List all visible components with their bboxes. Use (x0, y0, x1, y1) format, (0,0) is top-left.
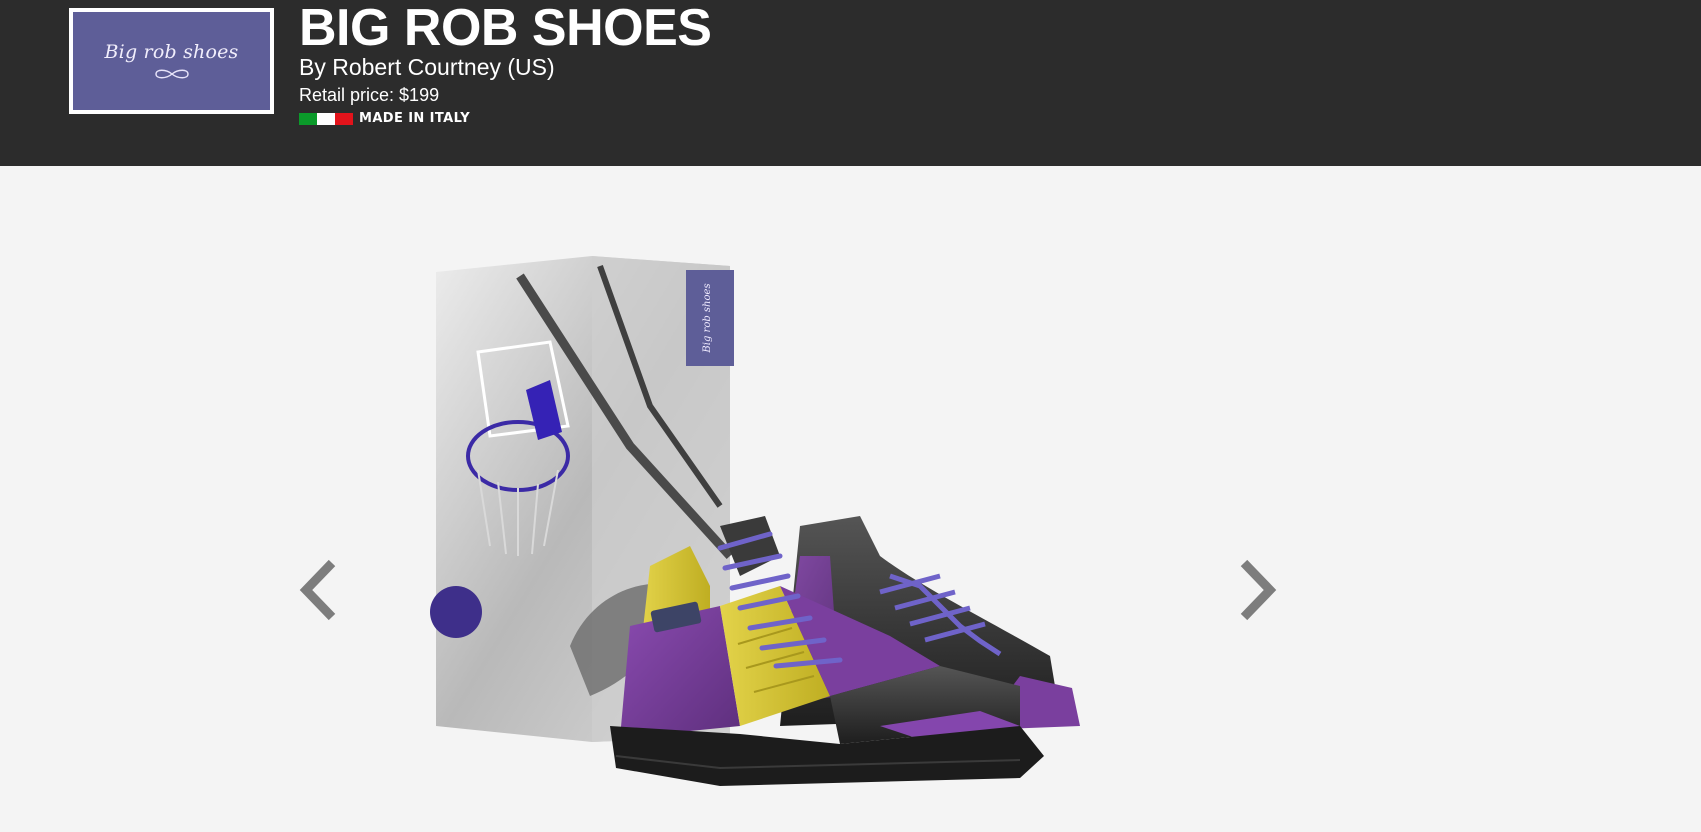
previous-image-button[interactable] (288, 550, 348, 630)
chevron-left-icon (299, 559, 336, 621)
product-gallery: Big rob shoes (0, 166, 1701, 832)
brand-logo: Big rob shoes (69, 8, 274, 114)
retail-price: Retail price: $199 (299, 84, 439, 106)
designer-byline: By Robert Courtney (US) (299, 54, 555, 80)
origin-text: MADE IN ITALY (359, 111, 471, 126)
chevron-right-icon (1240, 559, 1277, 621)
origin-badge: MADE IN ITALY (299, 111, 470, 126)
flag-stripe-green (299, 112, 317, 125)
page-title: BIG ROB SHOES (299, 0, 712, 57)
price-value: $199 (399, 85, 440, 105)
logo-text: Big rob shoes (104, 41, 239, 63)
price-label: Retail price: (299, 85, 395, 105)
box-label-text: Big rob shoes (702, 283, 713, 353)
product-header: Big rob shoes BIG ROB SHOES By Robert Co… (0, 0, 1701, 166)
product-image: Big rob shoes (430, 256, 1080, 786)
flag-stripe-white (317, 112, 335, 125)
infinity-icon (154, 69, 189, 79)
next-image-button[interactable] (1228, 550, 1288, 630)
italy-flag-icon (299, 112, 353, 125)
flag-stripe-red (335, 112, 353, 125)
